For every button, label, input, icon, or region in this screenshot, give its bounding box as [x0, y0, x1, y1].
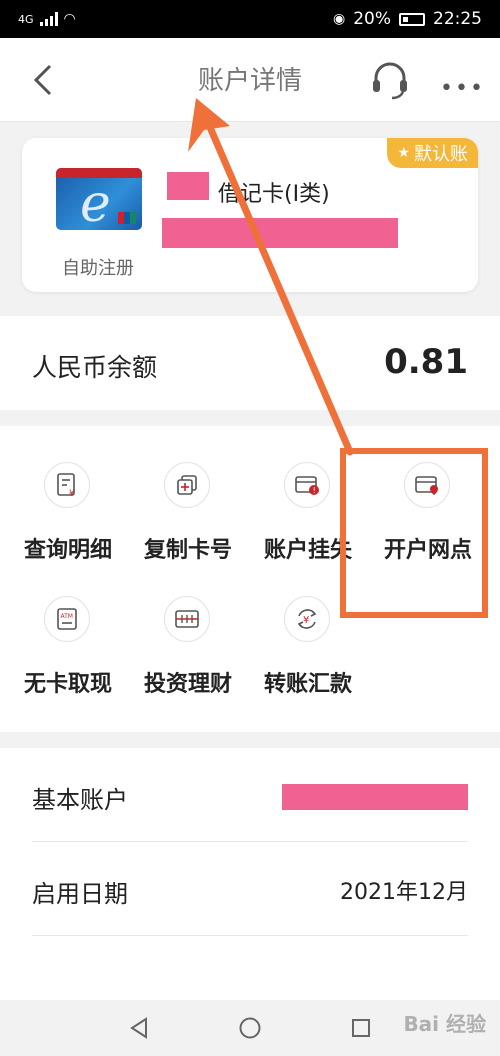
- annotation-arrow-icon: [188, 98, 354, 456]
